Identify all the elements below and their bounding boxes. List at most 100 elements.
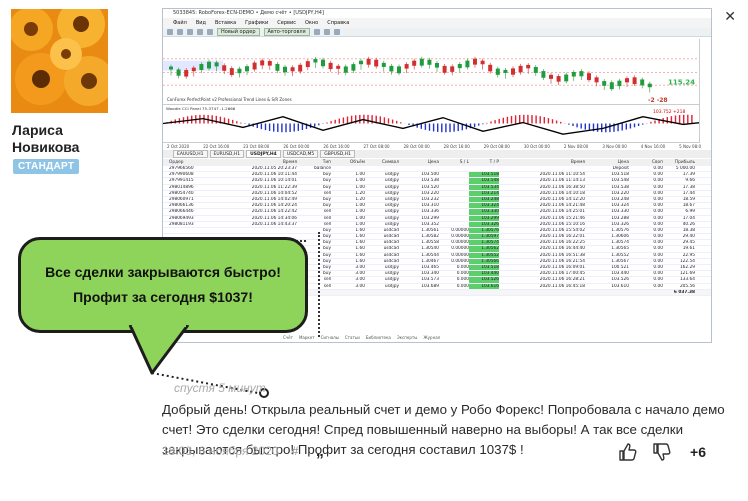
table-cell: 1.30597 (469, 234, 499, 240)
table-cell: 1.00 (355, 221, 365, 227)
table-cell: 1.30565 (611, 246, 629, 252)
table-cell: usdjpy (384, 178, 399, 184)
menu-item: Окно (304, 20, 319, 26)
table-cell: 2020.11.06 10:11:44 (251, 172, 297, 178)
table-cell: 103.610 (611, 283, 629, 289)
table-cell: sell (323, 190, 331, 196)
table-cell: 1.00 (355, 215, 365, 221)
table-cell: 2020.11.06 17:00:45 (539, 271, 585, 277)
table-cell: 0.00 (653, 283, 663, 289)
column-header: Объём (350, 160, 365, 165)
chart-tab: GBPUSD,H1 (320, 150, 355, 158)
table-cell: 2020.11.06 14:20:24 (251, 203, 297, 209)
table-cell: 103.220 (421, 190, 439, 196)
table-cell: 1.00 (355, 172, 365, 178)
table-cell: 0.000 (456, 271, 469, 277)
table-cell: 1.30576 (469, 227, 499, 234)
toolbar-icon (167, 29, 173, 35)
column-header: Тип (322, 160, 331, 165)
table-cell: 103.232 (421, 196, 439, 202)
table-cell: 6.99 (685, 209, 695, 215)
table-cell (365, 166, 399, 171)
table-cell: Deposit (612, 166, 629, 171)
permalink-hash[interactable]: # (292, 444, 299, 458)
price-label: 103.752 +218 (653, 109, 686, 115)
table-cell: 2020.11.06 14:12:20 (539, 196, 585, 202)
table-cell: 0.00000 (451, 234, 469, 240)
table-cell: 0.00000 (451, 252, 469, 258)
table-cell: 2020.11.06 11:10:54 (539, 172, 585, 178)
table-cell: 1.00 (355, 184, 365, 190)
table-cell: 1.60 (355, 246, 365, 252)
table-cell: 103.324 (469, 203, 499, 209)
table-cell: 1.30567 (611, 258, 629, 264)
table-cell: 103.340 (421, 271, 439, 277)
table-cell: 1.60 (355, 227, 365, 233)
table-cell: 1.30582 (421, 234, 439, 240)
toolbar-icon (177, 29, 183, 35)
table-cell: 2020.11.06 15:21:46 (539, 215, 585, 221)
terminal-bottom-tab: Библиотека (365, 335, 391, 340)
table-cell: 297966560 (169, 166, 194, 171)
terminal-toolbar: Новый ордер Авто-торговля (163, 28, 711, 37)
table-cell: 0.00 (653, 258, 663, 264)
table-cell (439, 203, 469, 208)
time-label: 4 Nov 16:00 (640, 144, 666, 149)
table-cell: 103.465 (421, 265, 439, 270)
terminal-bottom-tab: Журнал (423, 335, 441, 340)
quote-button[interactable]: „ (316, 443, 324, 460)
table-cell: 0.00000 (451, 227, 469, 233)
close-icon[interactable]: ✕ (724, 8, 736, 25)
table-cell: 0.00000 (451, 258, 469, 264)
table-cell: usdjpy (384, 209, 399, 215)
table-cell: 103.548 (469, 178, 499, 184)
table-cell: 103.534 (469, 184, 499, 190)
table-cell: 0.00 (653, 215, 663, 221)
table-cell: 1.20 (355, 196, 365, 202)
table-cell (399, 290, 439, 295)
table-cell: 5 000.00 (675, 166, 695, 171)
table-cell: 103.573 (421, 277, 439, 283)
table-cell (439, 216, 469, 221)
table-cell: 1.30552 (469, 252, 499, 258)
avatar[interactable] (11, 9, 108, 113)
table-cell: 1.20 (355, 190, 365, 196)
column-header: T / P (489, 160, 499, 165)
table-cell: 2020.11.06 11:22:39 (251, 184, 297, 190)
table-cell: 103.518 (469, 172, 499, 178)
menu-item: Графики (245, 20, 269, 26)
table-cell: 0.00 (653, 190, 663, 196)
time-label: 29 Oct 08:00 (483, 144, 510, 149)
table-cell: 1.60 (355, 252, 365, 258)
table-cell: buy (323, 178, 331, 184)
chart-tab: EAUUSD,H1 (173, 150, 208, 158)
table-cell: usdcad (383, 234, 399, 240)
indicator-label: Woodie CCI Panel 75-3747 -1.2666 (166, 106, 236, 111)
speech-bubble-text: Все сделки закрываются быстро! Профит за… (45, 260, 281, 310)
table-cell: 103.326 (611, 221, 629, 227)
table-cell: 17.38 (682, 184, 695, 190)
table-cell: sell (323, 221, 331, 227)
thumbs-down-icon[interactable] (652, 442, 672, 462)
table-cell: 103.526 (469, 277, 499, 283)
table-cell: usdcad (383, 240, 399, 246)
table-cell (499, 290, 585, 295)
user-name[interactable]: Лариса Новикова (12, 122, 132, 156)
chart-tabs: EAUUSD,H1 EURUSD,H1 USDJPY,H4 USDCAD,M5 … (163, 150, 711, 158)
table-cell: 298054740 (169, 190, 194, 196)
table-cell: buy (323, 227, 331, 233)
table-cell: 2020.11.06 14:02:49 (251, 196, 297, 202)
table-cell: 2020.11.06 14:04:52 (251, 190, 297, 196)
thumbs-up-icon[interactable] (618, 442, 638, 462)
time-label: 30 Oct 00:00 (523, 144, 550, 149)
table-cell: 103.538 (421, 178, 439, 184)
menu-item: Справка (327, 20, 350, 26)
comment-timestamp[interactable]: 18:03, 6 ноября 2020 (162, 444, 278, 458)
table-cell (499, 166, 585, 171)
table-cell: 103.548 (611, 178, 629, 184)
table-cell (439, 166, 469, 171)
table-cell: 1.30558 (421, 240, 439, 246)
table-cell: 22.95 (682, 252, 695, 258)
table-cell: 2020.11.06 16:45:18 (539, 283, 585, 289)
column-header: Символ (382, 160, 399, 165)
